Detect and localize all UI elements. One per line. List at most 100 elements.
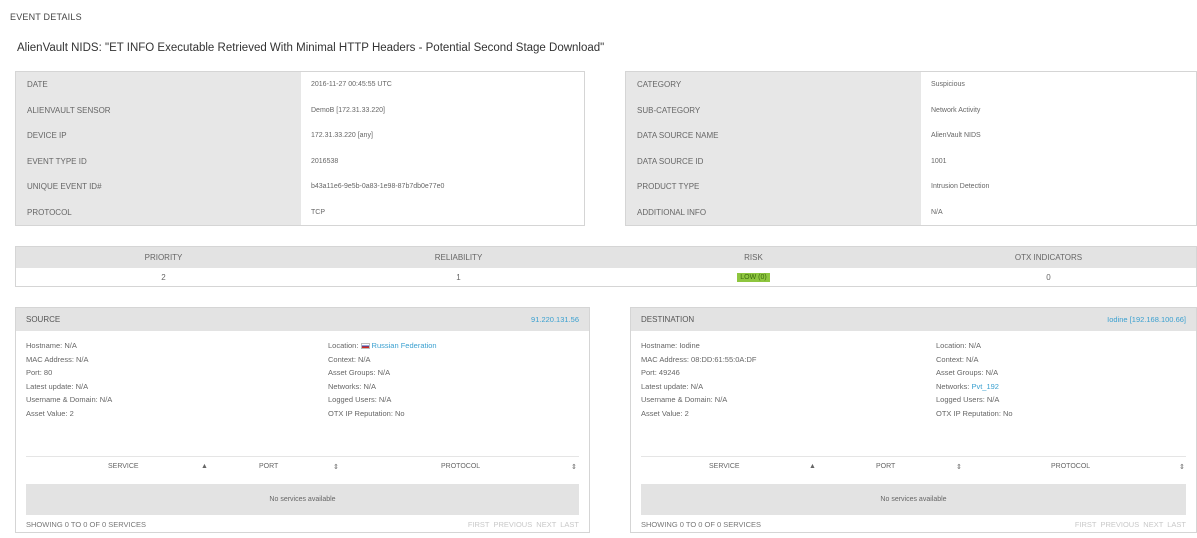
destination-asset-groups: Asset Groups: N/A <box>936 368 999 377</box>
port-column-header[interactable]: PORT <box>876 463 895 470</box>
section-title: EVENT DETAILS <box>10 12 82 22</box>
reliability-value: 1 <box>456 272 461 282</box>
sort-icon[interactable]: ⇕ <box>1179 463 1185 471</box>
source-ip-link[interactable]: 91.220.131.56 <box>531 315 579 324</box>
source-networks: Networks: N/A <box>328 380 437 394</box>
source-asset-value: Asset Value: 2 <box>26 408 74 418</box>
sort-icon[interactable]: ⇕ <box>956 463 962 471</box>
detail-label: DATA SOURCE NAME <box>626 123 921 149</box>
detail-row-product-type: PRODUCT TYPE Intrusion Detection <box>626 174 1196 200</box>
detail-value: Network Activity <box>931 106 981 114</box>
detail-value: 1001 <box>931 157 947 165</box>
destination-title: DESTINATION <box>641 315 695 324</box>
detail-value: TCP <box>311 208 325 216</box>
detail-value: 172.31.33.220 [any] <box>311 132 373 140</box>
otx-indicators-value[interactable]: 0 <box>901 273 1196 282</box>
detail-value: 2016538 <box>311 157 339 165</box>
destination-services-count: SHOWING 0 TO 0 OF 0 SERVICES <box>641 520 762 529</box>
protocol-column-header[interactable]: PROTOCOL <box>1051 463 1090 470</box>
event-metrics: PRIORITY RELIABILITY RISK OTX INDICATORS… <box>15 246 1197 287</box>
sort-icon[interactable]: ⇕ <box>571 463 577 471</box>
detail-label: UNIQUE EVENT ID# <box>16 174 301 200</box>
risk-badge: LOW (0) <box>737 273 770 282</box>
source-title: SOURCE <box>26 315 61 324</box>
destination-pagination[interactable]: FIRST PREVIOUS NEXT LAST <box>1075 520 1186 529</box>
source-context: Context: N/A <box>328 354 371 364</box>
risk-value-cell: LOW (0) <box>606 272 901 282</box>
destination-services-empty: No services available <box>641 484 1186 515</box>
source-hostname: Hostname: N/A <box>26 341 77 350</box>
destination-panel: DESTINATION Iodine [192.168.100.66] Host… <box>630 307 1197 533</box>
destination-header: DESTINATION Iodine [192.168.100.66] <box>631 308 1196 331</box>
destination-services-header: SERVICE ▲ PORT ⇕ PROTOCOL ⇕ <box>641 456 1186 476</box>
source-asset-groups: Asset Groups: N/A <box>328 368 391 377</box>
detail-value: b43a11e6-9e5b-0a83-1e98-87b7db0e77e0 <box>311 183 445 191</box>
reliability-label: RELIABILITY <box>434 253 483 262</box>
metrics-header: PRIORITY RELIABILITY RISK OTX INDICATORS <box>16 247 1196 268</box>
detail-row-sensor: ALIENVAULT SENSOR DemoB [172.31.33.220] <box>16 97 584 123</box>
source-info-col-right: Location: Russian Federation Context: N/… <box>328 339 437 420</box>
detail-row-additional-info: ADDITIONAL INFO N/A <box>626 199 1196 225</box>
detail-value: N/A <box>931 208 943 216</box>
risk-label: RISK <box>744 253 763 262</box>
detail-label: CATEGORY <box>626 72 921 98</box>
detail-row-date: DATE 2016-11-27 00:45:55 UTC <box>16 72 584 98</box>
source-location: Location: Russian Federation <box>328 339 437 353</box>
sort-icon[interactable]: ⇕ <box>333 463 339 471</box>
detail-label: PRODUCT TYPE <box>626 174 921 200</box>
detail-label: ALIENVAULT SENSOR <box>16 97 301 123</box>
source-otx-reputation: OTX IP Reputation: No <box>328 408 405 418</box>
destination-username: Username & Domain: N/A <box>641 395 728 404</box>
event-details-right: CATEGORY Suspicious SUB-CATEGORY Network… <box>625 71 1197 226</box>
triangle-up-icon[interactable]: ▲ <box>809 463 816 470</box>
destination-context: Context: N/A <box>936 354 979 364</box>
detail-row-device-ip: DEVICE IP 172.31.33.220 [any] <box>16 123 584 149</box>
location-link[interactable]: Russian Federation <box>372 341 437 350</box>
detail-label: SUB-CATEGORY <box>626 97 921 123</box>
detail-row-sub-category: SUB-CATEGORY Network Activity <box>626 97 1196 123</box>
detail-label: EVENT TYPE ID <box>16 148 301 174</box>
destination-asset-value: Asset Value: 2 <box>641 408 689 418</box>
destination-networks: Networks: Pvt_192 <box>936 380 1013 394</box>
source-info: Hostname: N/A MAC Address: N/A Port: 80 … <box>16 331 589 441</box>
priority-label: PRIORITY <box>144 253 183 262</box>
detail-label: PROTOCOL <box>16 199 301 225</box>
destination-hostname: Hostname: Iodine <box>641 341 700 350</box>
location-label: Location: <box>328 341 359 350</box>
detail-value: DemoB [172.31.33.220] <box>311 106 385 114</box>
destination-info-col-right: Location: N/A Context: N/A Asset Groups:… <box>936 339 1013 420</box>
triangle-up-icon[interactable]: ▲ <box>201 463 208 470</box>
source-services-count: SHOWING 0 TO 0 OF 0 SERVICES <box>26 520 147 529</box>
event-name: AlienVault NIDS: "ET INFO Executable Ret… <box>17 42 605 54</box>
detail-label: DATA SOURCE ID <box>626 148 921 174</box>
destination-otx-reputation: OTX IP Reputation: No <box>936 408 1013 418</box>
destination-host-link[interactable]: Iodine [192.168.100.66] <box>1107 315 1186 324</box>
detail-value: Suspicious <box>931 81 965 89</box>
detail-row-data-source-id: DATA SOURCE ID 1001 <box>626 148 1196 174</box>
networks-link[interactable]: Pvt_192 <box>971 382 999 391</box>
source-info-col-left: Hostname: N/A MAC Address: N/A Port: 80 … <box>26 339 112 420</box>
detail-row-category: CATEGORY Suspicious <box>626 72 1196 98</box>
service-column-header[interactable]: SERVICE <box>709 463 740 470</box>
detail-value: 2016-11-27 00:45:55 UTC <box>311 81 392 89</box>
service-column-header[interactable]: SERVICE <box>108 463 139 470</box>
metrics-values: 2 1 LOW (0) 0 <box>16 268 1196 286</box>
destination-location: Location: N/A <box>936 341 982 350</box>
networks-label: Networks: <box>936 381 970 391</box>
russia-flag-icon <box>360 343 370 350</box>
networks-label: Networks: <box>328 381 362 391</box>
detail-row-event-type-id: EVENT TYPE ID 2016538 <box>16 148 584 174</box>
source-services-empty: No services available <box>26 484 579 515</box>
source-panel: SOURCE 91.220.131.56 Hostname: N/A MAC A… <box>15 307 590 533</box>
port-column-header[interactable]: PORT <box>259 463 278 470</box>
source-logged-users: Logged Users: N/A <box>328 395 392 404</box>
networks-value: N/A <box>363 381 376 391</box>
detail-label: DEVICE IP <box>16 123 301 149</box>
source-pagination[interactable]: FIRST PREVIOUS NEXT LAST <box>468 520 579 529</box>
priority-value: 2 <box>161 272 166 282</box>
event-details-left: DATE 2016-11-27 00:45:55 UTC ALIENVAULT … <box>15 71 585 226</box>
destination-latest-update: Latest update: N/A <box>641 381 704 391</box>
source-mac: MAC Address: N/A <box>26 354 89 364</box>
protocol-column-header[interactable]: PROTOCOL <box>441 463 480 470</box>
detail-row-unique-event-id: UNIQUE EVENT ID# b43a11e6-9e5b-0a83-1e98… <box>16 174 584 200</box>
